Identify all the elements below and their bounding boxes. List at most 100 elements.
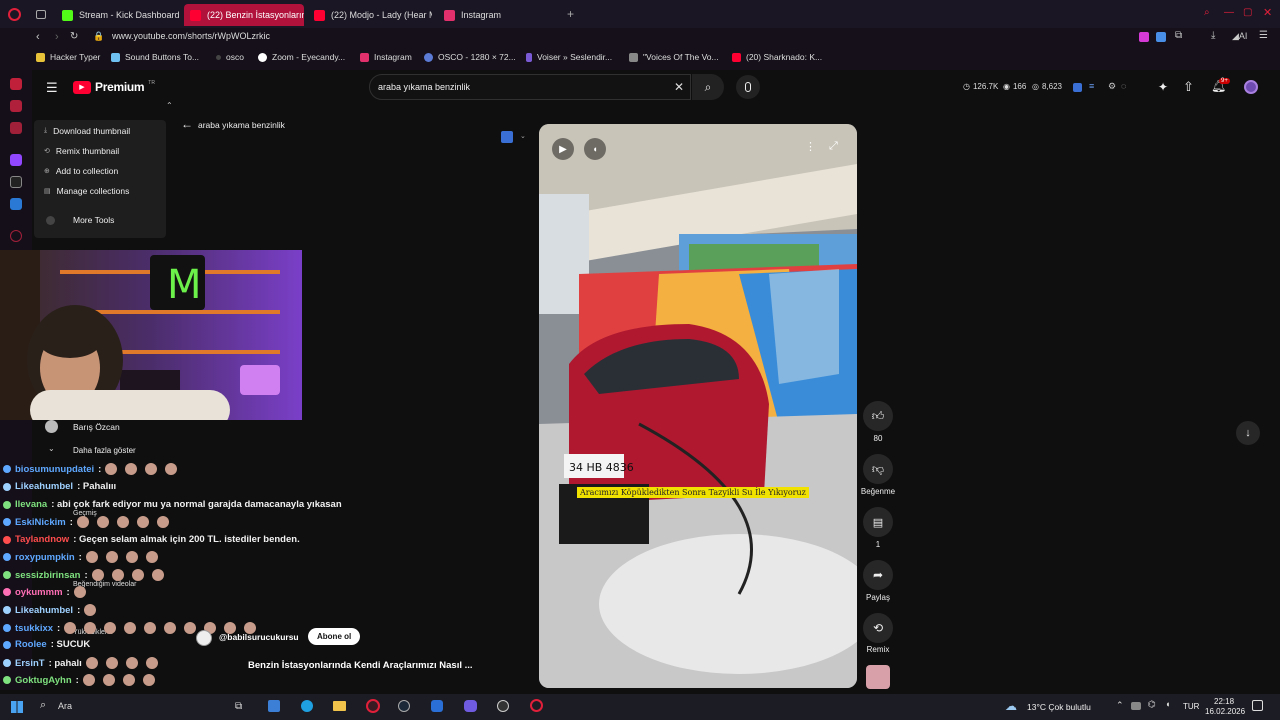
fullscreen-icon[interactable]: ⤢ — [829, 140, 838, 153]
opera-icon[interactable] — [366, 699, 380, 713]
url-field[interactable]: www.youtube.com/shorts/rWpWOLzrkic — [112, 31, 270, 41]
tools-icon[interactable]: ⚙ — [1108, 81, 1116, 92]
chat-username[interactable]: tsukkixx — [15, 623, 53, 634]
chat-username[interactable]: roxypumpkin — [15, 552, 75, 563]
chat-username[interactable]: GoktugAyhn — [15, 675, 72, 686]
extension-badge-icon[interactable] — [1073, 83, 1082, 92]
maximize-icon[interactable]: ▢ — [1243, 7, 1252, 18]
chat-username[interactable]: EskiNickim — [15, 517, 66, 528]
tab-youtube-music[interactable]: (22) Modjo - Lady (Hear M — [308, 4, 432, 26]
ai-icon[interactable]: ◢AI — [1232, 31, 1247, 42]
chat-username[interactable]: Likeahumbel — [15, 605, 73, 616]
tab-youtube-active[interactable]: (22) Benzin İstasyonlarında — [184, 4, 304, 26]
volume-button[interactable]: ◖ — [584, 138, 606, 160]
tray-chevron-icon[interactable]: ⌃ — [1116, 700, 1124, 711]
clock-time[interactable]: 22:18 — [1214, 697, 1234, 706]
bookmark-item[interactable]: OSCO - 1280 × 72... — [424, 52, 516, 62]
clear-search-icon[interactable]: ✕ — [674, 80, 684, 94]
settings-icon[interactable]: ◌ — [1121, 81, 1126, 91]
bookmark-item[interactable]: Instagram — [360, 52, 412, 62]
bookmark-item[interactable]: Sound Buttons To... — [111, 52, 199, 62]
forward-icon[interactable]: › — [55, 31, 59, 43]
hamburger-menu-icon[interactable]: ☰ — [46, 80, 58, 96]
bookmark-item[interactable]: "Voices Of The Vo... — [629, 52, 719, 62]
chat-username[interactable]: Likeahumbel — [15, 481, 73, 492]
subscribe-button[interactable]: Abone ol — [308, 628, 361, 645]
voice-search-button[interactable] — [736, 75, 760, 99]
x-icon[interactable] — [10, 176, 22, 188]
remix-button[interactable]: ⟲ — [863, 613, 893, 643]
task-view-icon[interactable]: ⧉ — [235, 701, 242, 712]
close-icon[interactable]: ✕ — [1263, 6, 1272, 19]
search-button[interactable]: ⌕ — [692, 74, 724, 100]
chat-username[interactable]: Ilevana — [15, 499, 47, 510]
menu-add-to-collection[interactable]: ⊕ Add to collection — [44, 166, 118, 176]
tray-app-icon[interactable] — [1131, 702, 1141, 710]
list-icon[interactable]: ≡ — [1089, 81, 1094, 91]
volume-icon[interactable]: ◖ — [1165, 699, 1170, 709]
sound-thumbnail[interactable] — [866, 665, 890, 689]
tab-kick[interactable]: Stream - Kick Dashboard — [56, 4, 180, 26]
more-options-icon[interactable]: ⋮ — [805, 140, 816, 153]
channel-name[interactable]: @babilsurucukursu — [219, 632, 299, 642]
chevron-down-icon[interactable]: ⌄ — [520, 132, 526, 140]
steam-icon[interactable] — [398, 700, 410, 712]
windows-start-icon[interactable] — [11, 701, 23, 713]
dislike-button[interactable]: 👎︎ — [863, 454, 893, 484]
channel-avatar[interactable] — [196, 630, 212, 646]
notification-center-icon[interactable] — [1252, 700, 1263, 711]
extension-icon[interactable] — [1139, 32, 1149, 42]
upload-icon[interactable]: ⇧ — [1183, 79, 1194, 95]
mail-icon[interactable] — [10, 122, 22, 134]
opera-logo-icon[interactable] — [8, 8, 21, 21]
search-icon[interactable]: ⌕ — [40, 699, 46, 712]
youtube-premium-logo[interactable]: ▶ Premium TR — [73, 80, 155, 94]
messenger-icon[interactable] — [10, 100, 22, 112]
weather-text[interactable]: 13°C Çok bulutlu — [1027, 702, 1091, 712]
menu-download-thumbnail[interactable]: ⤓ Download thumbnail — [44, 126, 130, 136]
next-video-button[interactable]: ↓ — [1236, 421, 1260, 445]
chat-username[interactable]: oykummm — [15, 587, 63, 598]
translate-icon[interactable] — [1156, 32, 1166, 42]
file-explorer-icon[interactable] — [333, 701, 346, 711]
taskbar-search[interactable]: Ara — [58, 701, 72, 711]
reload-icon[interactable]: ↻ — [70, 31, 78, 42]
back-icon[interactable]: ‹ — [36, 31, 40, 43]
discord-icon[interactable] — [464, 700, 477, 712]
app-icon[interactable] — [10, 198, 22, 210]
menu-more-tools[interactable]: More Tools — [46, 215, 114, 225]
bookmark-item[interactable]: osco — [216, 52, 244, 62]
new-tab-icon[interactable]: + — [567, 7, 574, 21]
app-icon[interactable] — [431, 700, 443, 712]
app-icon[interactable] — [268, 700, 280, 712]
network-icon[interactable]: ⌬ — [1148, 699, 1156, 710]
aria-icon[interactable] — [10, 78, 22, 90]
download-icon[interactable]: ⤓ — [1211, 30, 1215, 41]
edge-icon[interactable] — [301, 700, 313, 712]
chat-username[interactable]: Taylandnow — [15, 534, 69, 545]
play-button[interactable]: ▶ — [552, 138, 574, 160]
search-input[interactable]: araba yıkama benzinlik ✕ — [369, 74, 691, 100]
chat-username[interactable]: sessizbirinsan — [15, 570, 80, 581]
chat-username[interactable]: Roolee — [15, 639, 47, 650]
history-icon[interactable] — [10, 230, 22, 242]
video-extension-icon[interactable] — [501, 131, 513, 143]
create-icon[interactable]: ✦ — [1158, 80, 1168, 94]
minimize-icon[interactable]: — — [1224, 7, 1234, 18]
comments-button[interactable]: ▤ — [863, 507, 893, 537]
shorts-video-player[interactable]: 34 HB 4836 Aracımızı Köpükledikten Sonra… — [539, 124, 857, 688]
video-title[interactable]: Benzin İstasyonlarında Kendi Araçlarımız… — [248, 660, 473, 671]
clock-date[interactable]: 16.02.2026 — [1205, 707, 1245, 716]
share-button[interactable]: ➦ — [863, 560, 893, 590]
extensions-icon[interactable]: ⧉ — [1175, 30, 1182, 41]
back-arrow-icon[interactable]: ← — [181, 117, 193, 131]
bookmark-item[interactable]: Voiser » Seslendir... — [526, 52, 612, 62]
menu-icon[interactable]: ☰ — [1259, 30, 1268, 41]
search-tabs-icon[interactable]: ⌕ — [1204, 7, 1210, 18]
obs-icon[interactable] — [497, 700, 509, 712]
collapse-icon[interactable]: ⌃ — [166, 101, 173, 110]
sidebar-user-name[interactable]: Barış Özcan — [73, 422, 120, 432]
avatar[interactable] — [1244, 80, 1258, 94]
menu-remix-thumbnail[interactable]: ⟲ Remix thumbnail — [44, 146, 119, 156]
bookmark-item[interactable]: Zoom - Eyecandy... — [258, 52, 345, 62]
